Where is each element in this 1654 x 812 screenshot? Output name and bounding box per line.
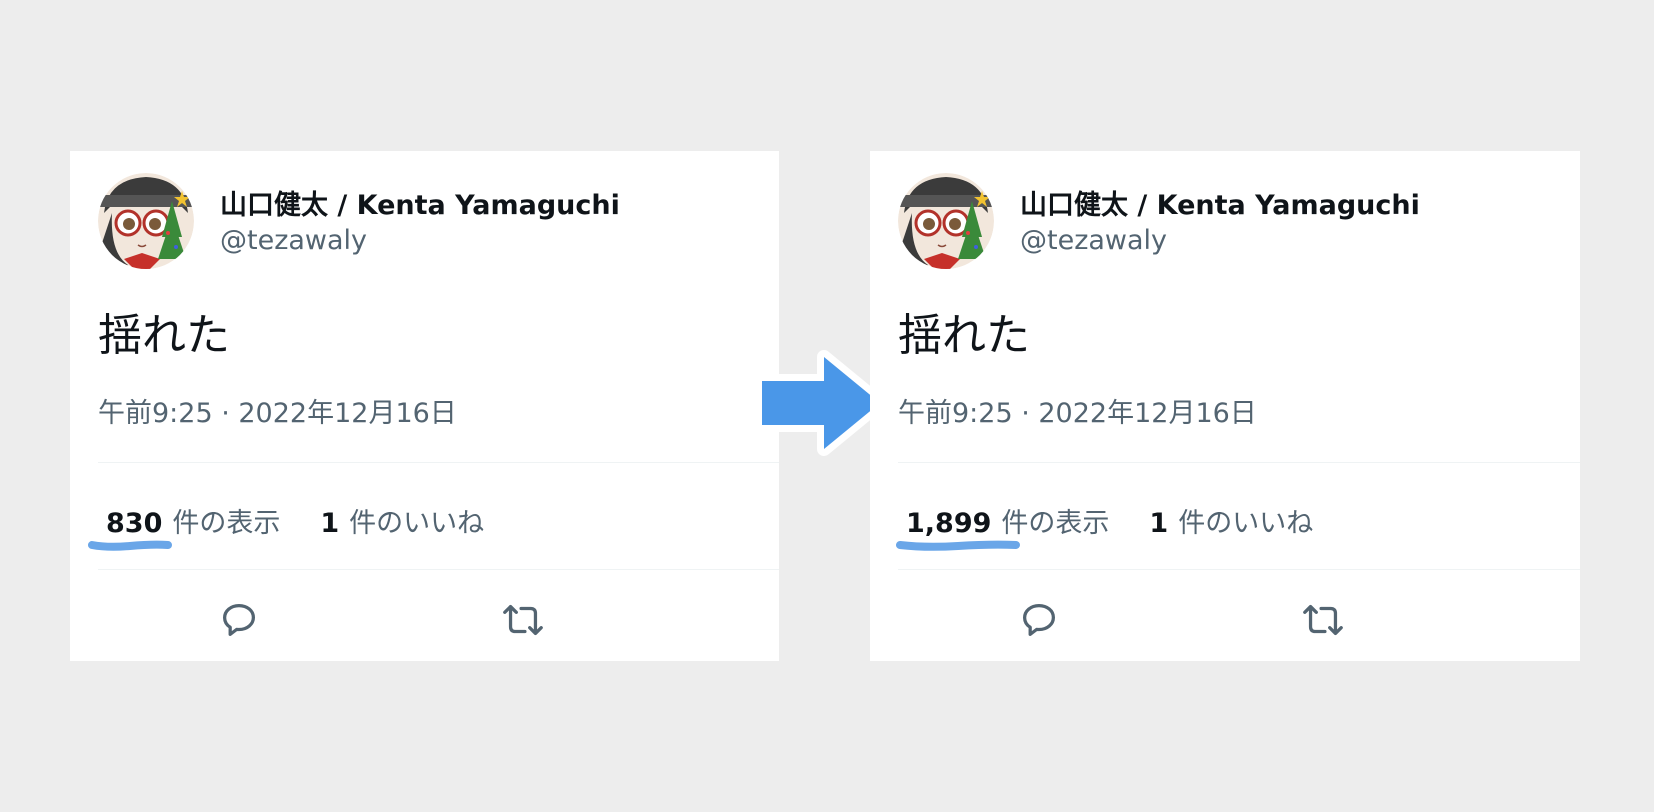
highlight-underline xyxy=(88,540,172,551)
divider xyxy=(898,569,1580,570)
retweet-button[interactable] xyxy=(1300,597,1346,643)
divider xyxy=(898,462,1580,463)
tweet-card-after: 山口健太 / Kenta Yamaguchi @tezawaly 揺れた 午前9… xyxy=(870,151,1580,661)
tweet-timestamp[interactable]: 午前9:25 · 2022年12月16日 xyxy=(98,391,457,430)
tweet-text: 揺れた xyxy=(898,310,1030,361)
divider xyxy=(98,569,779,570)
likes-stat[interactable]: 1 件のいいね xyxy=(1149,501,1313,540)
views-stat: 830 件の表示 xyxy=(106,501,280,540)
reply-icon xyxy=(1022,603,1056,637)
likes-count: 1 xyxy=(1149,508,1169,539)
author-handle[interactable]: @tezawaly xyxy=(1020,225,1167,256)
likes-label: 件のいいね xyxy=(349,508,485,539)
likes-label: 件のいいね xyxy=(1178,508,1314,539)
author-name[interactable]: 山口健太 / Kenta Yamaguchi xyxy=(220,183,620,222)
views-label: 件の表示 xyxy=(1001,508,1110,539)
avatar[interactable] xyxy=(898,173,994,269)
views-stat: 1,899 件の表示 xyxy=(906,501,1109,540)
avatar[interactable] xyxy=(98,173,194,269)
author-name[interactable]: 山口健太 / Kenta Yamaguchi xyxy=(1020,183,1420,222)
likes-count: 1 xyxy=(320,508,340,539)
tweet-card-before: 山口健太 / Kenta Yamaguchi @tezawaly 揺れた 午前9… xyxy=(70,151,779,661)
highlight-underline xyxy=(896,540,1020,551)
retweet-button[interactable] xyxy=(500,597,546,643)
reply-button[interactable] xyxy=(216,597,262,643)
reply-icon xyxy=(222,603,256,637)
divider xyxy=(98,462,779,463)
views-count: 1,899 xyxy=(906,508,992,539)
retweet-icon xyxy=(1303,604,1343,636)
views-count: 830 xyxy=(106,508,163,539)
author-handle[interactable]: @tezawaly xyxy=(220,225,367,256)
tweet-text: 揺れた xyxy=(98,310,230,361)
tweet-stats: 830 件の表示 1 件のいいね xyxy=(106,501,484,540)
likes-stat[interactable]: 1 件のいいね xyxy=(320,501,484,540)
tweet-stats: 1,899 件の表示 1 件のいいね xyxy=(906,501,1313,540)
views-label: 件の表示 xyxy=(172,508,281,539)
tweet-timestamp[interactable]: 午前9:25 · 2022年12月16日 xyxy=(898,391,1257,430)
retweet-icon xyxy=(503,604,543,636)
reply-button[interactable] xyxy=(1016,597,1062,643)
